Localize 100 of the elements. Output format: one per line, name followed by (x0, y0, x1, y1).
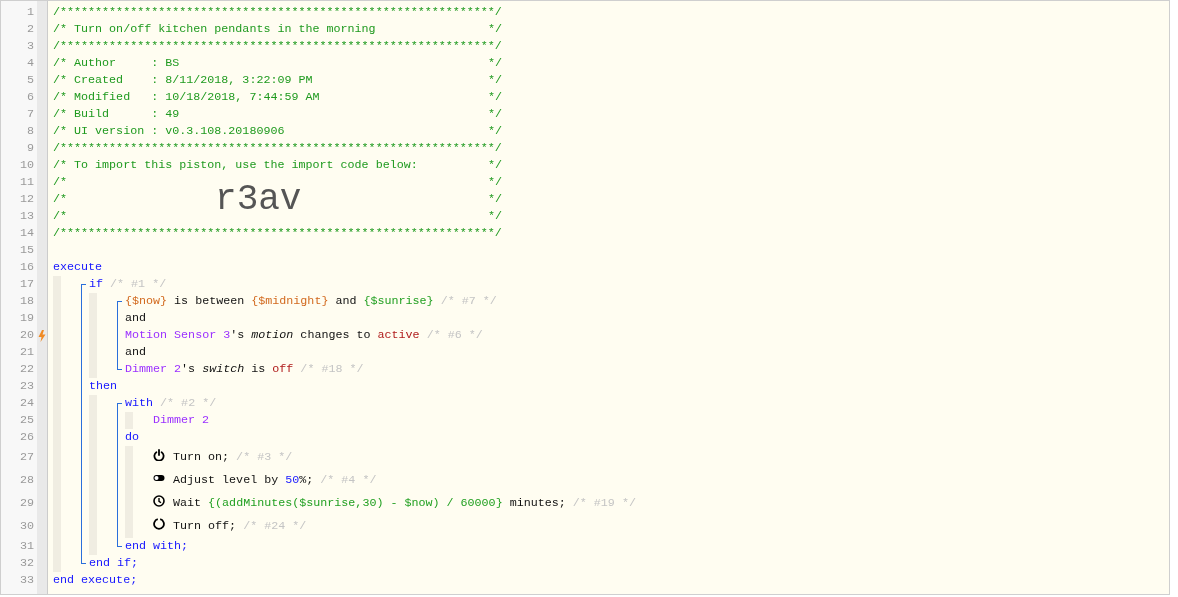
variable: {$now} (125, 292, 168, 310)
comment-text: /* (53, 173, 68, 191)
import-code: r3av (215, 181, 302, 218)
keyword: if (89, 275, 104, 293)
keyword: with (125, 394, 154, 412)
line-number: 6 (27, 88, 34, 106)
power-icon (153, 448, 165, 461)
line-number: 24 (19, 394, 34, 412)
plain-text: minutes; (508, 494, 566, 512)
plain-text: Adjust level by (173, 471, 280, 489)
line-number: 19 (19, 309, 34, 327)
note-comment: /* #18 */ (299, 360, 364, 378)
line-number: 25 (19, 411, 34, 429)
line-number: 21 (19, 343, 34, 361)
circle-notch-icon (153, 517, 165, 530)
comment-text: /* (53, 190, 68, 208)
comment-text: */ (487, 88, 502, 106)
plain-text: and (334, 292, 358, 310)
keyword: end with; (125, 537, 189, 555)
line-number: 31 (19, 537, 34, 555)
comment-text: /* UI version : v0.3.108.20180906 (53, 122, 285, 140)
plain-text: changes to (299, 326, 372, 344)
plain-text: Wait (173, 494, 203, 512)
line-number: 30 (19, 517, 34, 535)
note-comment: /* #6 */ (425, 326, 483, 344)
comment-text: /* Modified : 10/18/2018, 7:44:59 AM (53, 88, 320, 106)
note-comment: /* #4 */ (319, 471, 377, 489)
line-number: 1 (27, 3, 34, 21)
line-number: 9 (27, 139, 34, 157)
comment-text: */ (487, 190, 502, 208)
keyword: then (89, 377, 118, 395)
comment-text: */ (487, 156, 502, 174)
device-name: Motion Sensor 3 (125, 326, 231, 344)
line-number: 32 (19, 554, 34, 572)
comment-text: */ (487, 20, 502, 38)
line-number: 33 (19, 571, 34, 589)
plain-text: 's (230, 326, 246, 344)
comment-text: /* Turn on/off kitchen pendants in the morning (53, 20, 376, 38)
attribute-name: motion (251, 326, 294, 344)
line-number: 15 (19, 241, 34, 259)
value-text: active (377, 326, 420, 344)
line-number: 5 (27, 71, 34, 89)
comment-text: */ (487, 54, 502, 72)
line-number: 27 (19, 448, 34, 466)
line-number: 16 (19, 258, 34, 276)
comment-text: /* Build : 49 (53, 105, 180, 123)
line-number: 8 (27, 122, 34, 140)
comment-text: */ (487, 71, 502, 89)
clock-icon (153, 494, 165, 507)
expression: {(addMinutes($sunrise,30) - $now) / 60000} (208, 494, 503, 512)
keyword: end if; (89, 554, 139, 572)
line-number: 3 (27, 37, 34, 55)
note-comment: /* #19 */ (571, 494, 636, 512)
line-number: 22 (19, 360, 34, 378)
line-number: 4 (27, 54, 34, 72)
plain-text: and (125, 343, 147, 361)
line-number: 17 (19, 275, 34, 293)
keyword: execute (53, 258, 103, 276)
line-number: 11 (19, 173, 34, 191)
plain-text: Turn off; (173, 517, 237, 535)
value-text: off (272, 360, 294, 378)
variable: {$midnight} (251, 292, 329, 310)
comment-text: */ (487, 105, 502, 123)
plain-text: and (125, 309, 147, 327)
line-number: 28 (19, 471, 34, 489)
device-name: Dimmer 2 (125, 360, 182, 378)
line-number: 10 (19, 156, 34, 174)
comment-text: /**************************************************************/ (53, 3, 502, 21)
device-name: Dimmer 2 (153, 411, 210, 429)
comment-text: */ (487, 122, 502, 140)
comment-text: /**************************************************************/ (53, 139, 502, 157)
number-text: 50 (285, 471, 300, 489)
plain-text: 's (181, 360, 197, 378)
keyword: end execute; (53, 571, 138, 589)
comment-text: /**************************************************************/ (53, 224, 502, 242)
expression: {$sunrise} (363, 292, 434, 310)
comment-text: /* Created : 8/11/2018, 3:22:09 PM (53, 71, 313, 89)
line-number: 13 (19, 207, 34, 225)
plain-text: is (250, 360, 267, 378)
note-comment: /* #3 */ (235, 448, 293, 466)
line-number: 12 (19, 190, 34, 208)
comment-text: */ (487, 207, 502, 225)
plain-text: %; (299, 471, 314, 489)
block-bracket (117, 301, 122, 370)
comment-text: /* (53, 207, 68, 225)
line-number: 2 (27, 20, 34, 38)
comment-text: /**************************************************************/ (53, 37, 502, 55)
line-number: 14 (19, 224, 34, 242)
plain-text: Turn on; (173, 448, 230, 466)
keyword: do (125, 428, 140, 446)
line-number: 29 (19, 494, 34, 512)
plain-text: is between (173, 292, 246, 310)
comment-text: /* Author : BS (53, 54, 180, 72)
line-number: 18 (19, 292, 34, 310)
comment-text: */ (487, 173, 502, 191)
line-number: 26 (19, 428, 34, 446)
line-number: 7 (27, 105, 34, 123)
comment-text: /* To import this piston, use the import code below: (53, 156, 418, 174)
note-comment: /* #24 */ (242, 517, 307, 535)
line-number: 20 (19, 326, 34, 344)
